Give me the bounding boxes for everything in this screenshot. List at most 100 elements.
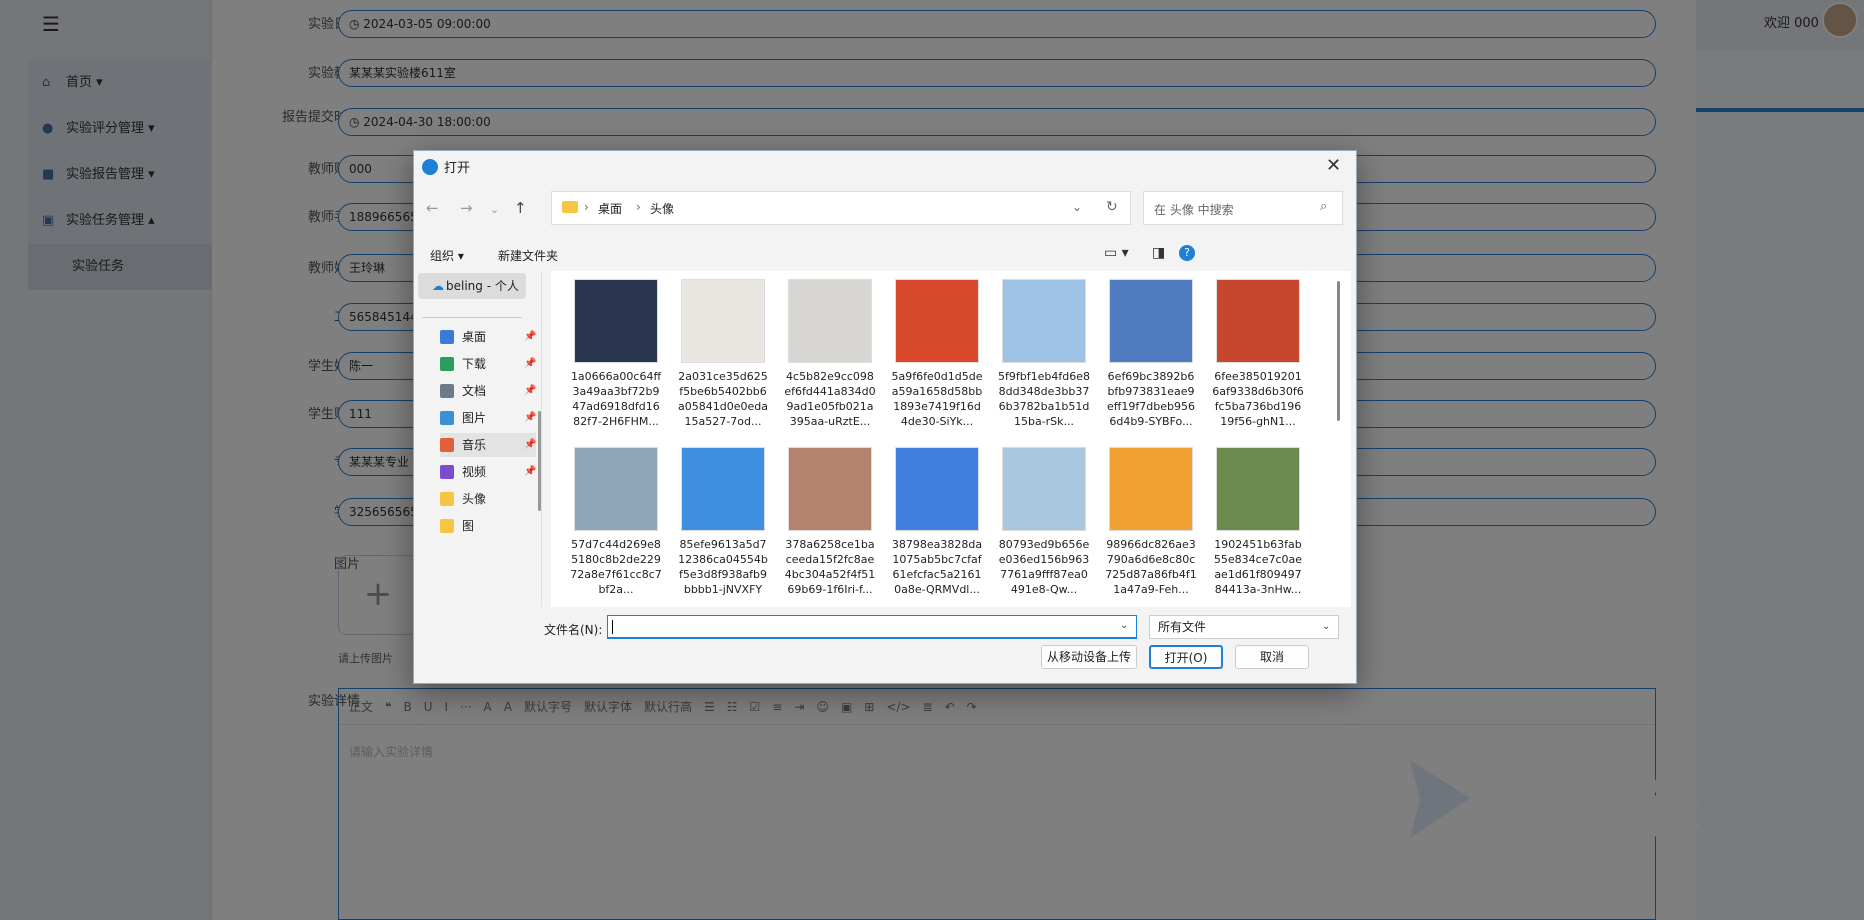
file-name: 6ef69bc3892b6bfb973831eae9eff19f7dbeb956… — [1107, 370, 1195, 428]
forward-icon[interactable]: → — [460, 199, 473, 217]
nav-item-onedrive[interactable]: ☁ beling - 个人 — [418, 273, 526, 299]
nav-item[interactable]: 下载 📌 — [440, 352, 536, 376]
nav-item-label: 图 — [462, 519, 475, 533]
image-thumbnail — [681, 447, 765, 531]
path-separator: › — [584, 200, 589, 214]
address-bar[interactable]: › 桌面 › 头像 ⌄ ↻ — [551, 191, 1131, 225]
new-folder-button[interactable]: 新建文件夹 — [498, 247, 558, 264]
image-thumbnail — [788, 447, 872, 531]
preview-pane-icon[interactable]: ◨ — [1152, 245, 1165, 261]
file-name: 85efe9613a5d712386ca04554bf5e3d8f938afb9… — [678, 538, 768, 596]
file-name: 5a9f6fe0d1d5dea59a1658d58bb1893e7419f16d… — [891, 370, 983, 428]
organize-button[interactable]: 组织 ▾ — [430, 247, 464, 264]
folder-icon — [440, 492, 454, 506]
dialog-footer: 文件名(N): ⌄ 所有文件 ⌄ 从移动设备上传 打开(O) 取消 — [414, 607, 1358, 685]
nav-item[interactable]: 文档 📌 — [440, 379, 536, 403]
pin-icon: 📌 — [524, 466, 537, 477]
nav-scrollbar[interactable] — [538, 411, 541, 511]
nav-item[interactable]: 头像 — [440, 487, 536, 511]
file-name: 378a6258ce1baceeda15f2fc8ae4bc304a52f4f5… — [784, 538, 876, 596]
image-thumbnail — [1002, 447, 1086, 531]
path-separator: › — [636, 200, 641, 214]
recent-dropdown-icon[interactable]: ⌄ — [490, 203, 499, 216]
image-thumbnail — [574, 279, 658, 363]
upload-from-mobile-button[interactable]: 从移动设备上传 — [1041, 645, 1137, 669]
file-tile[interactable]: 98966dc826ae3790a6d6e8c80c725d87a86fb4f1… — [1105, 447, 1197, 597]
nav-item[interactable]: 图片 📌 — [440, 406, 536, 430]
up-icon[interactable]: ↑ — [514, 199, 527, 217]
file-tile[interactable]: 6ef69bc3892b6bfb973831eae9eff19f7dbeb956… — [1107, 279, 1195, 429]
breadcrumb-avatar[interactable]: 头像 — [650, 200, 674, 217]
divider — [422, 317, 522, 318]
file-tile[interactable]: 378a6258ce1baceeda15f2fc8ae4bc304a52f4f5… — [785, 447, 875, 597]
file-tile[interactable]: 6fee3850192016af9338d6b30f6fc5ba736bd196… — [1212, 279, 1304, 429]
open-button[interactable]: 打开(O) — [1149, 645, 1223, 669]
image-thumbnail — [1216, 279, 1300, 363]
image-thumbnail — [895, 447, 979, 531]
folder-icon — [440, 384, 454, 398]
file-open-dialog: 打开 ✕ ← → ⌄ ↑ › 桌面 › 头像 ⌄ ↻ 在 头像 中搜索 ⌕ 组织… — [413, 150, 1357, 684]
file-tile[interactable]: 38798ea3828da1075ab5bc7cfaf61efcfac5a216… — [892, 447, 982, 597]
folder-icon — [440, 465, 454, 479]
image-thumbnail — [1109, 447, 1193, 531]
image-thumbnail — [1216, 447, 1300, 531]
image-thumbnail — [1002, 279, 1086, 363]
navigation-pane: ☁ beling - 个人 桌面 📌 下载 📌 文档 📌 图片 📌 音乐 📌 视频 📌 头像图 — [414, 271, 542, 607]
command-bar: 组织 ▾ 新建文件夹 ▭ ▾ ◨ ? — [414, 239, 1358, 271]
folder-icon — [440, 330, 454, 344]
nav-item-label: 头像 — [462, 492, 487, 506]
cancel-button[interactable]: 取消 — [1235, 645, 1309, 669]
cloud-icon: ☁ — [432, 279, 444, 293]
nav-item[interactable]: 视频 📌 — [440, 460, 536, 484]
close-icon[interactable]: ✕ — [1326, 155, 1341, 176]
chevron-down-icon[interactable]: ⌄ — [1120, 620, 1128, 631]
file-name: 1902451b63fab55e834ce7c0aeae1d61f8094978… — [1213, 538, 1303, 596]
file-tile[interactable]: 1902451b63fab55e834ce7c0aeae1d61f8094978… — [1214, 447, 1302, 597]
search-placeholder: 在 头像 中搜索 — [1154, 203, 1234, 217]
nav-item[interactable]: 图 — [440, 514, 536, 538]
nav-item-label: 视频 — [462, 465, 487, 479]
text-caret — [612, 620, 613, 634]
search-input[interactable]: 在 头像 中搜索 ⌕ — [1143, 191, 1343, 225]
file-tile[interactable]: 1a0666a00c64ff3a49aa3bf72b947ad6918dfd16… — [571, 279, 661, 429]
nav-item-label: 下载 — [462, 357, 487, 371]
file-tile[interactable]: 5f9fbf1eb4fd6e88dd348de3bb376b3782ba1b51… — [998, 279, 1090, 429]
file-name: 4c5b82e9cc098ef6fd441a834d09ad1e05fb021a… — [784, 370, 876, 428]
nav-item[interactable]: 桌面 📌 — [440, 325, 536, 349]
help-icon[interactable]: ? — [1179, 245, 1195, 261]
file-name: 5f9fbf1eb4fd6e88dd348de3bb376b3782ba1b51… — [998, 370, 1090, 428]
file-list: 1a0666a00c64ff3a49aa3bf72b947ad6918dfd16… — [551, 271, 1351, 607]
view-icon[interactable]: ▭ ▾ — [1104, 245, 1129, 261]
folder-icon — [562, 201, 578, 213]
chevron-down-icon: ⌄ — [1322, 621, 1331, 632]
chevron-down-icon[interactable]: ⌄ — [1072, 200, 1082, 214]
filetype-select[interactable]: 所有文件 ⌄ — [1149, 615, 1339, 639]
file-name: 98966dc826ae3790a6d6e8c80c725d87a86fb4f1… — [1105, 538, 1197, 596]
file-tile[interactable]: 2a031ce35d625f5be6b5402bb6a05841d0e0eda1… — [678, 279, 768, 429]
breadcrumb-desktop[interactable]: 桌面 — [598, 200, 622, 217]
edge-icon — [422, 159, 438, 175]
filename-input[interactable]: ⌄ — [607, 615, 1137, 639]
file-tile[interactable]: 80793ed9b656ee036ed156b9637761a9fff87ea0… — [999, 447, 1089, 597]
folder-icon — [440, 357, 454, 371]
nav-item[interactable]: 音乐 📌 — [440, 433, 536, 457]
file-tile[interactable]: 5a9f6fe0d1d5dea59a1658d58bb1893e7419f16d… — [892, 279, 982, 429]
dialog-title: 打开 — [444, 161, 471, 176]
nav-item-label: 音乐 — [462, 438, 487, 452]
refresh-icon[interactable]: ↻ — [1106, 199, 1118, 215]
file-tile[interactable]: 4c5b82e9cc098ef6fd441a834d09ad1e05fb021a… — [784, 279, 876, 429]
filetype-value: 所有文件 — [1158, 620, 1207, 634]
pin-icon: 📌 — [524, 439, 537, 450]
file-name: 80793ed9b656ee036ed156b9637761a9fff87ea0… — [998, 538, 1090, 596]
pin-icon: 📌 — [524, 331, 537, 342]
nav-item-label: 文档 — [462, 384, 487, 398]
folder-icon — [440, 438, 454, 452]
file-scrollbar[interactable] — [1337, 281, 1340, 421]
file-tile[interactable]: 85efe9613a5d712386ca04554bf5e3d8f938afb9… — [678, 447, 768, 597]
file-tile[interactable]: 57d7c44d269e85180c8b2de22972a8e7f61cc8c7… — [570, 447, 662, 597]
pin-icon: 📌 — [524, 412, 537, 423]
file-name: 1a0666a00c64ff3a49aa3bf72b947ad6918dfd16… — [570, 370, 662, 428]
file-name: 6fee3850192016af9338d6b30f6fc5ba736bd196… — [1212, 370, 1304, 428]
folder-icon — [440, 519, 454, 533]
back-icon[interactable]: ← — [426, 199, 439, 217]
